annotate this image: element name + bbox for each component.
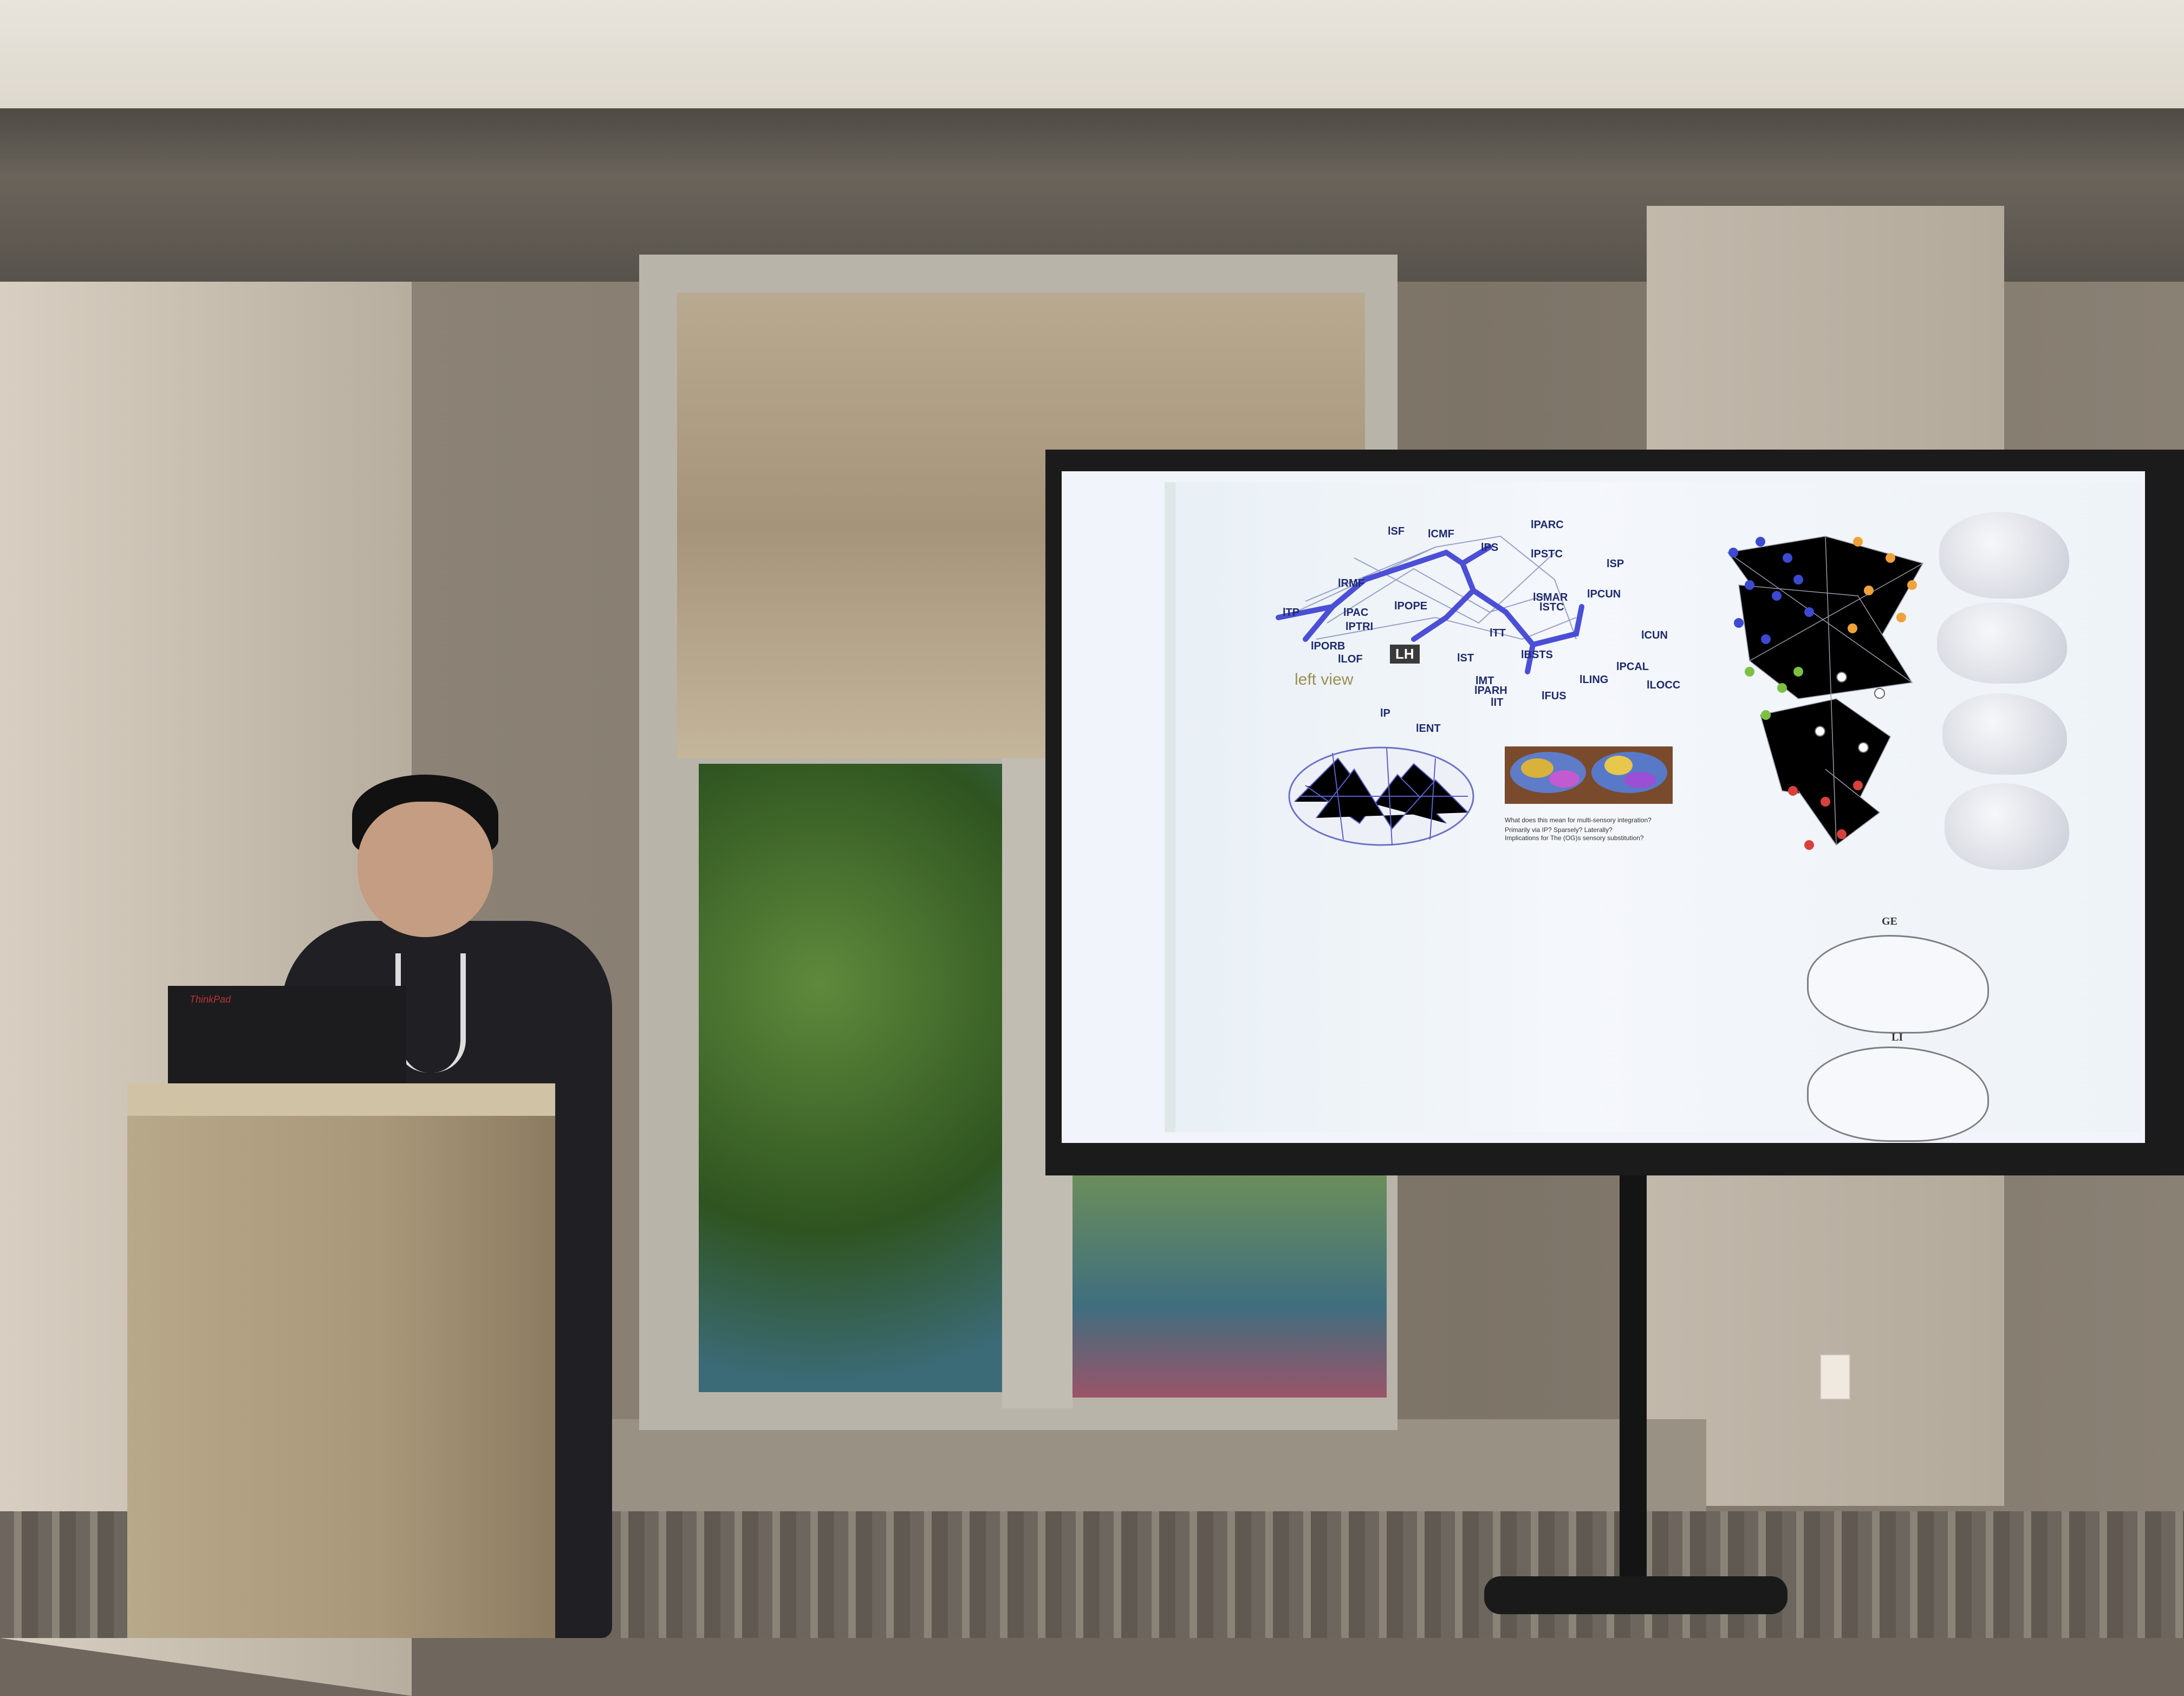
region-label: lTP — [1283, 607, 1300, 619]
region-label: lSF — [1388, 525, 1405, 537]
region-label: lPAC — [1343, 607, 1369, 619]
region-label: lCMF — [1428, 528, 1454, 540]
region-label: lPARC — [1531, 519, 1564, 531]
screen-stand-pole — [1620, 1175, 1647, 1598]
baseboard — [569, 1419, 1706, 1517]
screen-stand-foot — [1484, 1576, 1787, 1614]
slide-implications-text: Implications for The (OG)s sensory subst… — [1505, 834, 1644, 842]
region-label: lPOPE — [1394, 600, 1428, 612]
diagram-label-ge: GE — [1882, 915, 1897, 927]
hemisphere-badge: LH — [1390, 645, 1420, 664]
presenter-face — [358, 802, 493, 937]
left-view-caption: left view — [1295, 671, 1354, 688]
region-label: lPSTC — [1531, 548, 1563, 560]
region-label: lSP — [1607, 558, 1624, 570]
region-label: lLOCC — [1647, 679, 1681, 691]
region-label: lPORB — [1311, 640, 1346, 652]
diagram-label-li: LI — [1891, 1031, 1903, 1043]
colored-network-graph — [1727, 536, 1924, 850]
region-label: lBSTS — [1521, 649, 1553, 661]
podium-top — [127, 1083, 555, 1116]
window-pane-trees — [699, 764, 1002, 1392]
region-label: lPTRI — [1346, 621, 1374, 633]
region-label: lLING — [1580, 674, 1609, 686]
region-label: lRMF — [1338, 577, 1364, 589]
region-label: lPARH — [1474, 685, 1507, 697]
podium — [127, 1083, 555, 1638]
region-label: lENT — [1416, 723, 1441, 735]
region-label: lFUS — [1542, 690, 1566, 702]
wireframe-brain-figure — [1288, 746, 1474, 846]
laptop-brand-logo: ThinkPad — [190, 994, 231, 1005]
region-label: lP — [1380, 707, 1390, 719]
power-outlet — [1820, 1354, 1850, 1400]
window-pane-street — [1072, 1170, 1387, 1398]
slide-question-text: What does this mean for multi-sensory in… — [1505, 816, 1652, 834]
region-label: lIT — [1491, 697, 1504, 709]
region-label: lST — [1457, 652, 1474, 664]
region-label: lTT — [1490, 627, 1506, 639]
region-label: lLOF — [1338, 653, 1363, 665]
brain-network-graph — [1276, 535, 1584, 674]
region-label: lPCUN — [1587, 588, 1621, 600]
region-label: lSTC — [1539, 601, 1564, 613]
region-label: lCUN — [1641, 629, 1668, 641]
region-label: lPCAL — [1616, 661, 1649, 673]
brain-atlas-thumbnail — [1505, 746, 1673, 804]
region-label: lPS — [1481, 542, 1499, 554]
